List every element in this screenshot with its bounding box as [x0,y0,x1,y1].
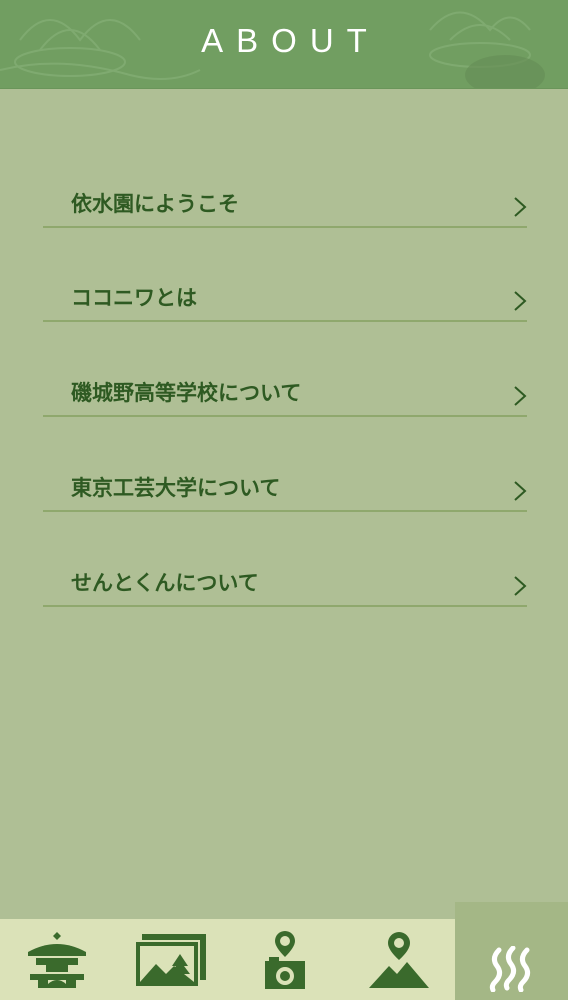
tab-about[interactable] [455,902,568,1000]
menu-item-label: せんとくんについて [71,571,259,595]
bottom-tab-bar [0,902,568,1000]
chevron-right-icon [514,291,527,311]
menu-item-coconiwa[interactable]: ココニワとは [43,272,527,322]
landscape-photo-icon [136,933,206,986]
mountain-pin-icon [369,931,429,988]
page-title: ABOUT [201,22,380,59]
chevron-right-icon [514,576,527,596]
tab-camera[interactable] [228,919,342,1000]
menu-item-label: 磯城野高等学校について [71,381,302,405]
menu-item-label: 依水園にようこそ [71,192,239,216]
lantern-icon [28,931,86,988]
chevron-right-icon [514,197,527,217]
tab-map[interactable] [342,919,456,1000]
menu-item-welcome[interactable]: 依水園にようこそ [43,178,527,228]
tab-garden[interactable] [0,919,114,1000]
chevron-right-icon [514,386,527,406]
menu-item-label: ココニワとは [71,286,197,310]
camera-pin-icon [265,930,305,989]
menu-item-sentokun[interactable]: せんとくんについて [43,557,527,607]
chevron-right-icon [514,481,527,501]
app-header: ABOUT [0,0,568,89]
menu-item-label: 東京工芸大学について [71,476,281,500]
onsen-waves-icon [489,946,531,992]
menu-item-shikino-high-school[interactable]: 磯城野高等学校について [43,367,527,417]
tab-gallery[interactable] [114,919,228,1000]
menu-item-tokyo-polytechnic[interactable]: 東京工芸大学について [43,462,527,512]
